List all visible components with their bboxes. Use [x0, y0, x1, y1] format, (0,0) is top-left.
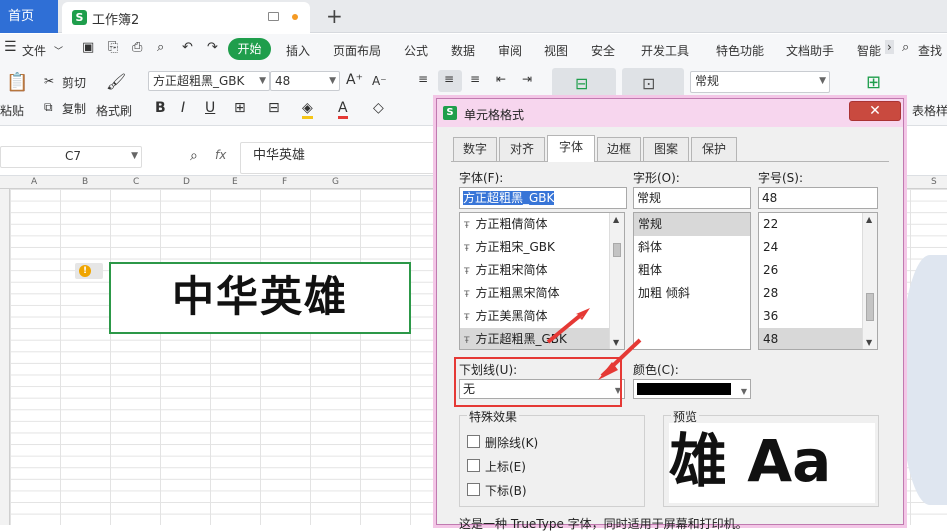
- annotation-arrows: [546, 308, 642, 380]
- red-arrow-shaft: [546, 312, 584, 344]
- tab-font[interactable]: 字体: [547, 135, 595, 162]
